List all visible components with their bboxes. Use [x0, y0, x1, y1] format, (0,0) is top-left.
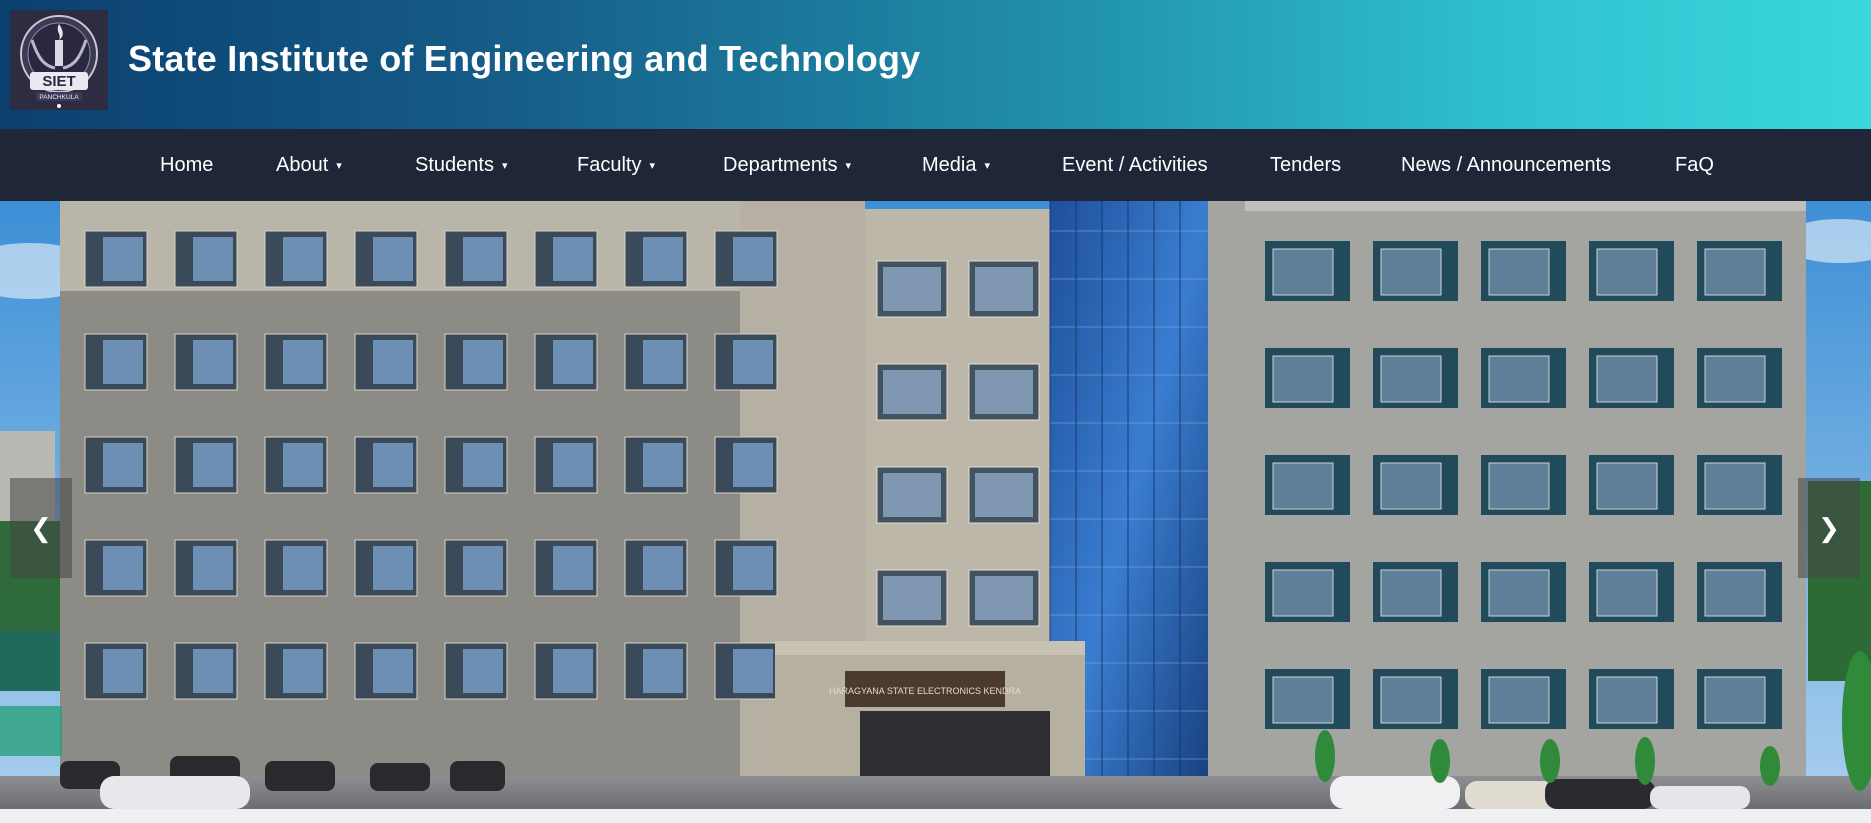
nav-item-label: Event / Activities: [1062, 154, 1208, 176]
nav-item-label: Departments: [723, 154, 838, 176]
chevron-down-icon: ▾: [336, 160, 342, 172]
nav-item-event-activities[interactable]: Event / Activities: [1062, 129, 1208, 201]
nav-item-label: Tenders: [1270, 154, 1342, 176]
logo-sub-text: PANCHKULA: [39, 94, 79, 101]
campus-building-photo: HARAGYANA STATE ELECTRONICS KENDRA: [0, 201, 1871, 809]
nav-item-label: Students: [415, 154, 494, 176]
page-divider: [0, 809, 1871, 823]
chevron-down-icon: ▾: [845, 160, 852, 172]
chevron-down-icon: ▾: [501, 160, 508, 172]
hero-carousel: HARAGYANA STATE ELECTRONICS KENDRA: [0, 201, 1871, 809]
nav-item-faculty[interactable]: Faculty ▾: [577, 129, 655, 201]
nav-item-label: News / Announcements: [1401, 154, 1612, 176]
building-sign-text: HARAGYANA STATE ELECTRONICS KENDRA: [829, 686, 1021, 696]
nav-item-label: Faculty: [577, 154, 642, 176]
chevron-down-icon: ▾: [649, 160, 655, 172]
nav-item-about[interactable]: About ▾: [276, 129, 342, 201]
site-title: State Institute of Engineering and Techn…: [128, 38, 921, 79]
nav-item-faq[interactable]: FaQ: [1675, 129, 1714, 201]
carousel-next-button[interactable]: ❯: [1798, 478, 1860, 578]
nav-item-home[interactable]: Home: [160, 129, 213, 201]
site-header: SIET PANCHKULA State Institute of Engine…: [0, 0, 1871, 129]
nav-item-departments[interactable]: Departments ▾: [723, 129, 851, 201]
nav-item-tenders[interactable]: Tenders: [1270, 129, 1341, 201]
nav-item-label: Home: [160, 154, 214, 176]
institute-logo[interactable]: SIET PANCHKULA: [10, 10, 108, 110]
nav-item-label: FaQ: [1675, 154, 1714, 176]
chevron-down-icon: ▾: [984, 160, 991, 172]
nav-item-students[interactable]: Students ▾: [415, 129, 507, 201]
nav-item-news-announcements[interactable]: News / Announcements: [1401, 129, 1611, 201]
nav-item-label: About: [276, 154, 329, 176]
nav-item-media[interactable]: Media ▾: [922, 129, 990, 201]
nav-item-label: Media: [922, 154, 977, 176]
logo-main-text: SIET: [42, 73, 75, 90]
main-navigation: Home About ▾ Students ▾ Faculty ▾ Departmen…: [0, 129, 1871, 201]
carousel-prev-button[interactable]: ❮: [10, 478, 72, 578]
